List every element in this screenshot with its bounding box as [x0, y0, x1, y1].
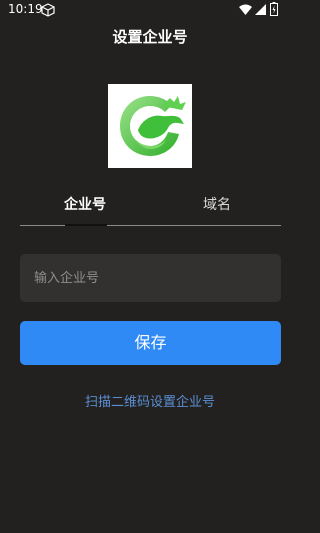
save-button[interactable]: 保存	[20, 321, 281, 365]
tab-company-id[interactable]: 企业号	[64, 194, 106, 214]
app-logo	[108, 84, 192, 168]
page-title: 设置企业号	[112, 28, 188, 46]
dragon-logo-icon	[120, 96, 186, 156]
cube-icon	[41, 3, 55, 17]
tab-divider	[20, 225, 281, 226]
active-tab-indicator	[65, 224, 107, 226]
signal-icon	[255, 4, 266, 15]
company-id-field[interactable]	[20, 254, 281, 302]
scan-qr-link[interactable]: 扫描二维码设置企业号	[0, 391, 300, 410]
battery-icon	[270, 2, 278, 16]
wifi-icon	[239, 4, 252, 15]
company-id-input[interactable]	[20, 254, 281, 302]
status-bar: 10:19	[0, 0, 300, 22]
login-type-tabs: 企业号 域名	[20, 186, 281, 228]
tab-domain[interactable]: 域名	[203, 194, 231, 214]
status-time: 10:19	[8, 2, 43, 16]
